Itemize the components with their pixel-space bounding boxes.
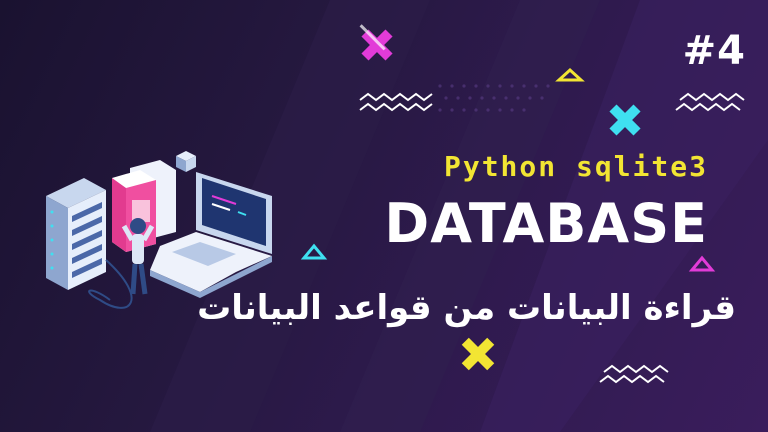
episode-number: #4 <box>682 28 746 74</box>
thumbnail-canvas: #4 Python sqlite3 DATABASE قراءة البيانا… <box>0 0 768 432</box>
subtitle: Python sqlite3 <box>443 150 708 183</box>
server-rack-icon <box>46 178 106 290</box>
person-icon <box>121 218 155 295</box>
arabic-title: قراءة البيانات من قواعد البيانات <box>197 288 736 328</box>
page-title: DATABASE <box>384 192 708 255</box>
cube-icon <box>176 151 196 172</box>
